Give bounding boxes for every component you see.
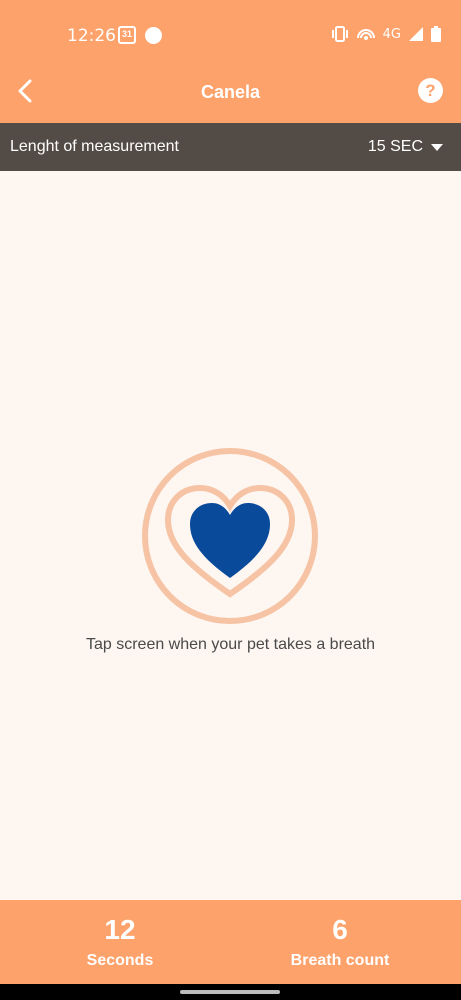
seconds-label: Seconds [86,952,154,969]
app-bar: Canela ? [0,68,461,123]
tap-area[interactable]: Tap screen when your pet takes a breath [0,171,461,900]
stats-bar: 12 Seconds 6 Breath count [0,900,461,984]
hotspot-icon [356,29,375,40]
status-bar: 12:26 31 4G [0,0,461,68]
heart-tap-icon[interactable] [140,446,320,626]
caret-down-icon [431,143,443,151]
status-time: 12:26 [67,26,116,46]
seconds-value: 12 [104,914,136,945]
vibrate-icon [331,26,348,42]
page-title: Canela [200,82,261,102]
network-type: 4G [382,26,401,42]
breath-count-value: 6 [332,914,348,945]
breath-count-stat: 6 Breath count [240,914,440,970]
seconds-stat: 12 Seconds [20,914,220,970]
system-nav-bar [0,984,461,1000]
calendar-icon: 31 [118,26,136,44]
notification-dot-icon [145,27,162,44]
duration-value: 15 SEC [367,138,423,155]
signal-icon [409,27,423,41]
measurement-length-bar: Lenght of measurement 15 SEC [0,123,461,171]
help-button[interactable]: ? [418,78,443,103]
tap-instruction: Tap screen when your pet takes a breath [85,636,376,653]
battery-icon [431,26,441,42]
measurement-length-label: Lenght of measurement [10,138,179,155]
system-icons: 4G [331,26,441,42]
home-handle[interactable] [180,990,280,994]
duration-dropdown[interactable]: 15 SEC [368,138,443,156]
breath-count-label: Breath count [290,952,390,969]
